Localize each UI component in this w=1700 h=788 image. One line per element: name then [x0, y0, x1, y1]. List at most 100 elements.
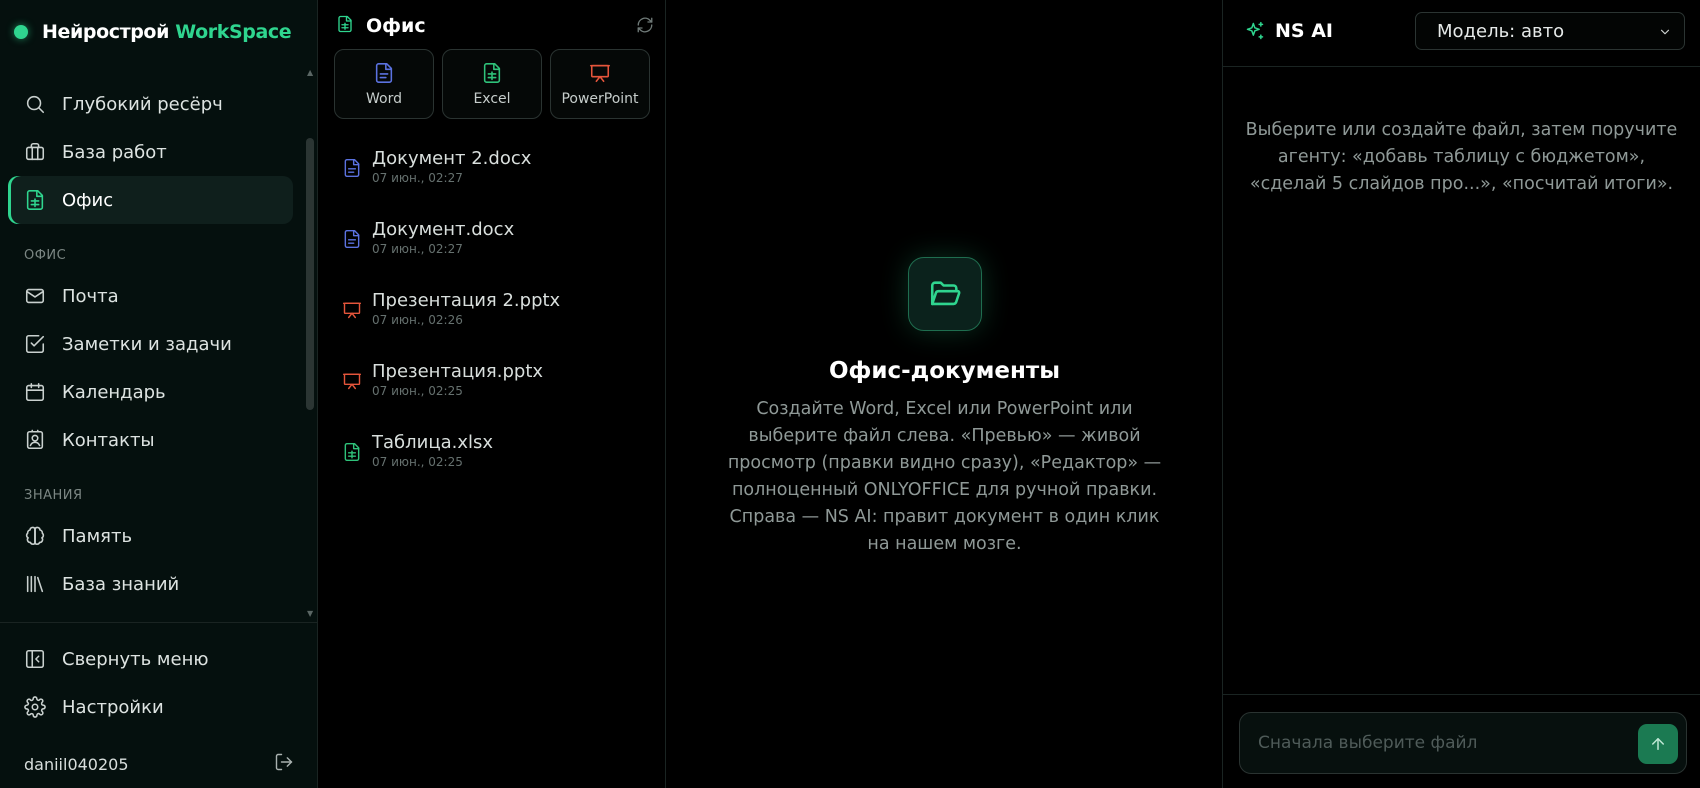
model-select-value: Модель: авто	[1437, 20, 1565, 42]
section-heading-office: ОФИС	[24, 248, 67, 263]
sidebar: Нейрострой WorkSpace Глубокий ресёрч Баз…	[0, 0, 318, 788]
username: daniil040205	[24, 754, 129, 774]
sidebar-scrollbar[interactable]: ▲ ▼	[304, 68, 316, 618]
ai-brand: NS AI	[1245, 20, 1333, 42]
files-panel: Офис Word Excel PowerPoint Документ 2.do	[318, 0, 666, 788]
word-doc-icon	[342, 158, 364, 182]
library-icon	[26, 575, 44, 593]
file-name: Презентация.pptx	[372, 361, 544, 382]
presentation-icon	[342, 300, 364, 324]
sidebar-item-label: База работ	[62, 141, 167, 163]
create-powerpoint-label: PowerPoint	[561, 90, 639, 107]
sidebar-item-calendar[interactable]: Календарь	[8, 368, 293, 416]
refresh-icon	[637, 17, 653, 33]
sidebar-item-mail[interactable]: Почта	[8, 272, 293, 320]
folder-badge	[908, 257, 982, 331]
empty-state-title: Офис-документы	[828, 358, 1061, 384]
folder-open-icon	[930, 281, 961, 306]
collapse-menu-button[interactable]: Свернуть меню	[8, 637, 293, 681]
create-file-buttons: Word Excel PowerPoint	[334, 49, 652, 119]
ai-panel-header: NS AI Модель: авто	[1223, 0, 1700, 67]
refresh-button[interactable]	[636, 16, 654, 38]
scroll-up-arrow-icon[interactable]: ▲	[307, 68, 313, 77]
file-item[interactable]: Презентация 2.pptx 07 июн., 02:26	[334, 290, 654, 350]
files-panel-title: Офис	[366, 15, 426, 37]
sidebar-item-label: Память	[62, 525, 133, 547]
ai-hint-text: Выберите или создайте файл, затем поручи…	[1245, 120, 1678, 194]
sidebar-nav: Глубокий ресёрч База работ Офис ОФИС Поч…	[0, 58, 304, 620]
briefcase-icon	[25, 142, 45, 161]
file-item[interactable]: Документ 2.docx 07 июн., 02:27	[334, 148, 654, 208]
word-doc-icon	[342, 229, 364, 253]
create-excel-label: Excel	[473, 90, 511, 107]
sidebar-collapse-icon	[25, 649, 45, 669]
sidebar-item-work-base[interactable]: База работ	[8, 128, 293, 176]
ai-prompt-input[interactable]	[1240, 713, 1630, 773]
mail-icon	[25, 288, 45, 304]
calendar-icon	[25, 382, 45, 402]
empty-state-description: Создайте Word, Excel или PowerPoint или …	[727, 399, 1162, 554]
files-panel-header: Офис	[336, 14, 654, 38]
sidebar-item-label: Глубокий ресёрч	[62, 93, 223, 115]
sidebar-scrollbar-thumb[interactable]	[306, 138, 314, 410]
ai-panel-title: NS AI	[1275, 20, 1333, 42]
sidebar-item-label: Офис	[62, 189, 114, 211]
ai-panel: NS AI Модель: авто Выберите или создайте…	[1223, 0, 1700, 788]
file-name: Таблица.xlsx	[372, 432, 494, 453]
sidebar-item-contacts[interactable]: Контакты	[8, 416, 293, 464]
file-name: Документ 2.docx	[372, 148, 532, 169]
sidebar-footer: Свернуть меню Настройки daniil040205	[0, 622, 318, 788]
sidebar-item-label: Контакты	[62, 429, 155, 451]
gear-icon	[24, 696, 46, 718]
sidebar-item-label: Заметки и задачи	[62, 333, 232, 355]
scroll-down-arrow-icon[interactable]: ▼	[307, 609, 313, 618]
sidebar-item-knowledge-base[interactable]: База знаний	[8, 560, 293, 608]
file-date: 07 июн., 02:26	[372, 313, 463, 327]
contact-icon	[26, 429, 44, 450]
create-excel-button[interactable]: Excel	[442, 49, 542, 119]
model-select[interactable]: Модель: авто	[1415, 12, 1685, 50]
create-word-button[interactable]: Word	[334, 49, 434, 119]
file-name: Презентация 2.pptx	[372, 290, 561, 311]
presentation-icon	[590, 64, 610, 82]
file-date: 07 июн., 02:25	[372, 455, 463, 469]
excel-sheet-icon	[342, 442, 364, 466]
app-window: Нейрострой WorkSpace Глубокий ресёрч Баз…	[0, 0, 1700, 788]
sidebar-item-label: Почта	[62, 285, 119, 307]
word-doc-icon	[375, 62, 393, 83]
sidebar-item-label: Календарь	[62, 381, 166, 403]
spreadsheet-icon	[336, 15, 354, 37]
checkbox-icon	[25, 334, 45, 354]
file-item[interactable]: Документ.docx 07 июн., 02:27	[334, 219, 654, 279]
settings-label: Настройки	[62, 696, 164, 718]
file-item[interactable]: Таблица.xlsx 07 июн., 02:25	[334, 432, 654, 492]
logout-button[interactable]	[274, 752, 294, 776]
brand-logo-dot-icon	[14, 25, 28, 39]
create-word-label: Word	[366, 90, 402, 107]
sidebar-item-memory[interactable]: Память	[8, 512, 293, 560]
file-date: 07 июн., 02:25	[372, 384, 463, 398]
logout-icon	[275, 753, 293, 771]
brand[interactable]: Нейрострой WorkSpace	[14, 20, 292, 44]
file-date: 07 июн., 02:27	[372, 242, 463, 256]
sidebar-item-deep-research[interactable]: Глубокий ресёрч	[8, 80, 293, 128]
section-heading-knowledge: ЗНАНИЯ	[24, 488, 83, 503]
file-name: Документ.docx	[372, 219, 515, 240]
settings-button[interactable]: Настройки	[8, 685, 293, 729]
arrow-up-icon	[1652, 738, 1664, 750]
collapse-menu-label: Свернуть меню	[62, 648, 209, 670]
presentation-icon	[342, 371, 364, 395]
send-button[interactable]	[1638, 724, 1678, 764]
empty-state-area: Офис-документы Создайте Word, Excel или …	[666, 0, 1223, 788]
sidebar-item-office[interactable]: Офис	[8, 176, 293, 224]
excel-sheet-icon	[483, 62, 501, 83]
chevron-down-icon	[1658, 24, 1672, 43]
ai-input-box	[1239, 712, 1687, 774]
create-powerpoint-button[interactable]: PowerPoint	[550, 49, 650, 119]
file-item[interactable]: Презентация.pptx 07 июн., 02:25	[334, 361, 654, 421]
search-icon	[26, 95, 45, 114]
brand-name-accent: WorkSpace	[175, 21, 292, 43]
spreadsheet-icon	[26, 190, 44, 210]
brand-name: Нейрострой WorkSpace	[42, 21, 292, 43]
sidebar-item-notes-tasks[interactable]: Заметки и задачи	[8, 320, 293, 368]
